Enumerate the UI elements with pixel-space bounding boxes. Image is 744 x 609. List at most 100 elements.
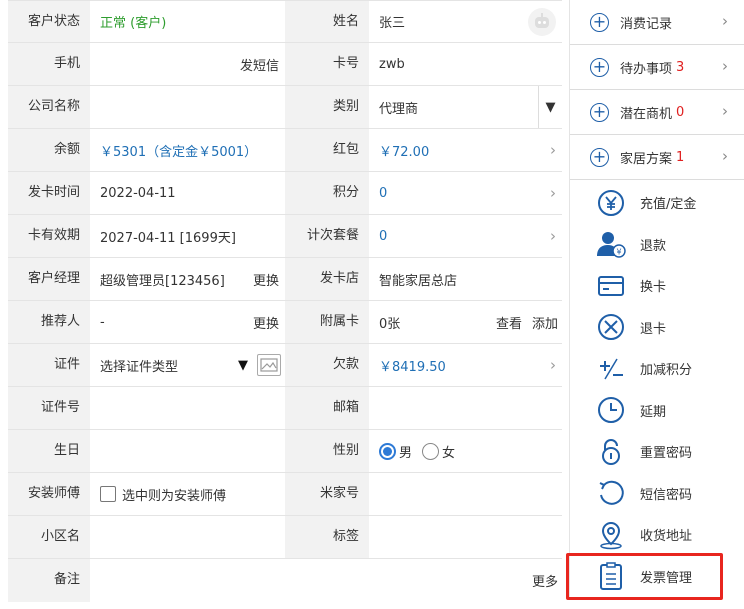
change-referrer-link[interactable]: 更换 [253,313,279,332]
gender-female-radio[interactable]: 女 [422,442,455,461]
svg-text:¥: ¥ [616,248,621,257]
menu-todo[interactable]: + 待办事项 3 › [570,45,744,90]
menu-refund-label: 退款 [640,238,667,254]
value-expiry: 2027-04-11 [1699天] [100,230,236,246]
chevron-right-icon: › [550,356,556,374]
label-company: 公司名称 [8,86,90,128]
menu-reset-password-label: 重置密码 [640,446,693,462]
form-row-id-document: 证件 选择证件类型 ▼ 欠款 ￥8419.50 › [8,344,562,387]
menu-shipping-address-label: 收货地址 [640,529,693,545]
plus-circle-icon: + [590,147,609,167]
menu-consumption-records[interactable]: + 消费记录 › [570,0,744,45]
value-issuing-store-cell: 智能家居总店 [369,258,562,300]
form-row-phone: 手机 发短信 卡号 zwb [8,43,562,86]
menu-return-card-label: 退卡 [640,321,667,337]
value-count-package: 0 [379,228,388,244]
label-issue-date: 发卡时间 [8,172,90,214]
menu-todo-count: 3 [676,59,685,75]
value-company-cell[interactable] [90,86,285,128]
installer-checkbox-label: 选中则为安装师傅 [122,488,227,504]
value-issue-date: 2022-04-11 [100,185,176,201]
menu-opportunities-count: 0 [676,104,685,120]
more-remarks-link[interactable]: 更多 [532,571,558,590]
count-package-row[interactable]: 0 › [369,215,562,257]
value-sub-card: 0张 [379,316,401,332]
chevron-right-icon: › [550,141,556,159]
menu-adjust-points[interactable]: 加减积分 [570,348,744,390]
label-gender: 性别 [285,430,369,472]
red-packet-row[interactable]: ￥72.00 › [369,129,562,171]
chevron-right-icon: › [722,12,728,30]
label-community: 小区名 [8,516,90,558]
menu-home-plans-count: 1 [676,149,685,165]
menu-change-card[interactable]: 换卡 [570,265,744,307]
clock-icon [596,395,626,425]
add-sub-card-link[interactable]: 添加 [532,313,558,332]
label-issuing-store: 发卡店 [285,258,369,300]
location-icon [596,520,626,550]
change-manager-link[interactable]: 更换 [253,270,279,289]
label-expiry: 卡有效期 [8,215,90,257]
label-manager: 客户经理 [8,258,90,300]
mijia-id-field[interactable] [369,473,562,515]
value-points: 0 [379,185,388,201]
value-red-packet: ￥72.00 [379,144,430,160]
action-sidebar: + 消费记录 › + 待办事项 3 › + 潜在商机 0 › + 家居方案 1 … [569,0,744,597]
image-upload-icon[interactable] [257,354,281,376]
menu-refund[interactable]: ¥ 退款 [570,224,744,266]
id-number-field[interactable] [90,387,285,429]
category-select[interactable]: 代理商 ▼ [369,86,562,128]
menu-consumption-records-label: 消费记录 [620,16,673,32]
form-row-status: 客户状态 正常 (客户) 姓名 张三 [8,0,562,43]
installer-checkbox[interactable]: 选中则为安装师傅 [90,473,285,515]
value-card-number[interactable]: zwb [379,57,405,72]
highlight-box [566,553,723,600]
menu-opportunities[interactable]: + 潜在商机 0 › [570,90,744,135]
tags-field[interactable] [369,516,562,558]
menu-recharge[interactable]: 充值/定金 [570,182,744,224]
value-balance: ￥5301（含定金￥5001） [100,144,258,160]
id-type-dropdown-icon[interactable]: ▼ [233,351,253,379]
menu-shipping-address[interactable]: 收货地址 [570,514,744,556]
robot-avatar-icon[interactable] [528,7,556,36]
label-mijia-id: 米家号 [285,473,369,515]
label-customer-status: 客户状态 [8,1,90,42]
label-birthday: 生日 [8,430,90,472]
installer-checkbox-control[interactable]: 选中则为安装师傅 [100,485,226,504]
gender-male-radio[interactable]: 男 [379,442,412,461]
remarks-field[interactable]: 更多 [90,559,562,602]
email-field[interactable] [369,387,562,429]
value-phone-cell: 发短信 [90,43,285,85]
menu-home-plans-label: 家居方案 [620,151,673,167]
points-row[interactable]: 0 › [369,172,562,214]
label-id-document: 证件 [8,344,90,386]
value-manager-cell: 超级管理员[123456] 更换 [90,258,285,300]
menu-sms-password[interactable]: 短信密码 [570,473,744,515]
community-field[interactable] [90,516,285,558]
id-type-controls: ▼ [233,351,281,379]
menu-home-plans[interactable]: + 家居方案 1 › [570,135,744,180]
radio-unchecked-icon [422,442,440,460]
label-points: 积分 [285,172,369,214]
id-type-selected-value: 选择证件类型 [100,359,179,375]
value-card-number-cell: zwb [369,43,562,85]
debt-row[interactable]: ￥8419.50 › [369,344,562,386]
menu-reset-password[interactable]: 重置密码 [570,431,744,473]
birthday-field[interactable] [90,430,285,472]
value-balance-cell: ￥5301（含定金￥5001） [90,129,285,171]
menu-return-card[interactable]: 退卡 [570,307,744,349]
form-row-birthday: 生日 性别 男 女 [8,430,562,473]
id-type-select[interactable]: 选择证件类型 ▼ [90,344,285,386]
menu-extend[interactable]: 延期 [570,390,744,432]
form-row-referrer: 推荐人 - 更换 附属卡 0张 查看 添加 [8,301,562,344]
label-email: 邮箱 [285,387,369,429]
send-sms-link[interactable]: 发短信 [240,55,279,74]
category-dropdown-icon[interactable]: ▼ [538,86,562,128]
value-sub-card-cell: 0张 查看 添加 [369,301,562,343]
label-name: 姓名 [285,1,369,42]
value-expiry-cell: 2027-04-11 [1699天] [90,215,285,257]
view-sub-card-link[interactable]: 查看 [496,313,522,332]
label-red-packet: 红包 [285,129,369,171]
value-name[interactable]: 张三 [379,12,405,31]
form-row-balance: 余额 ￥5301（含定金￥5001） 红包 ￥72.00 › [8,129,562,172]
